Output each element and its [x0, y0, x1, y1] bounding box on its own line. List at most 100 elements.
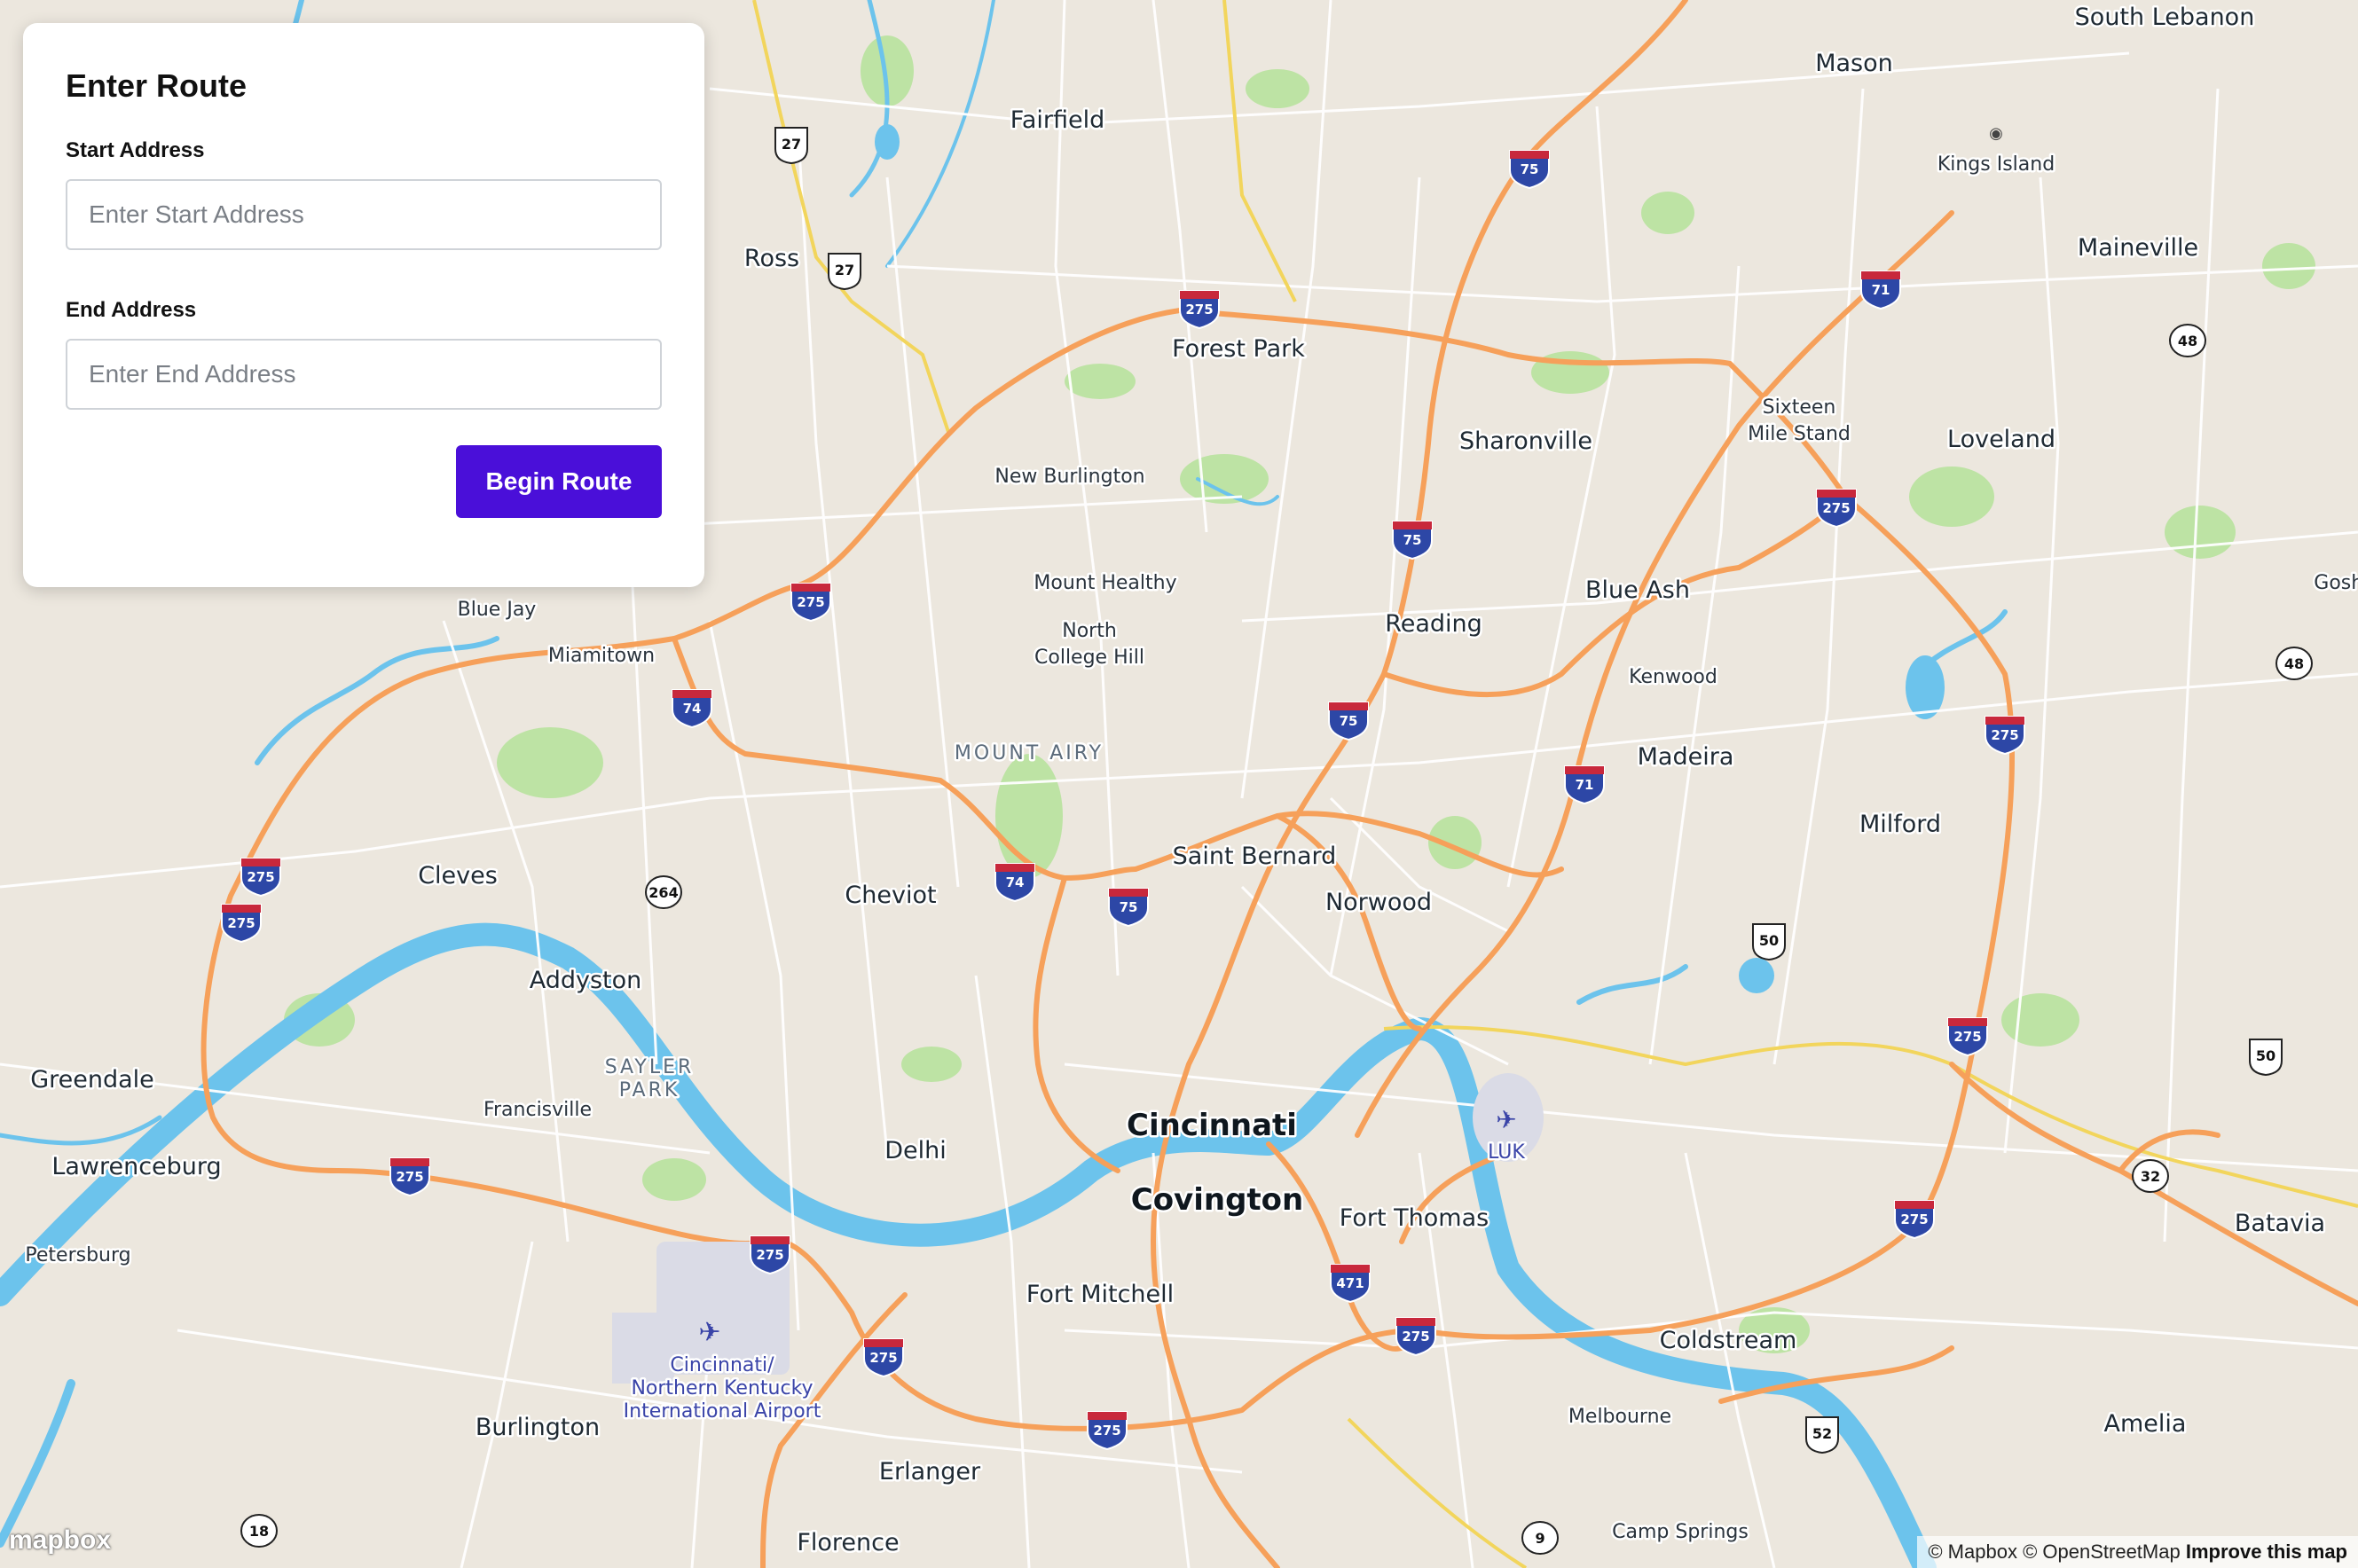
end-address-label: End Address — [66, 298, 197, 322]
svg-text:275: 275 — [1991, 727, 2018, 743]
label-fairfield: Fairfield — [1010, 106, 1104, 134]
svg-text:71: 71 — [1576, 777, 1594, 793]
i275-shield: 275 — [1947, 1017, 1988, 1056]
i275-shield: 275 — [221, 904, 262, 943]
label-mason: Mason — [1815, 50, 1893, 77]
end-address-input[interactable] — [66, 339, 662, 410]
label-college-hill: College Hill — [1034, 647, 1144, 669]
label-norwood: Norwood — [1325, 889, 1432, 916]
label-cleves: Cleves — [418, 862, 498, 890]
i75-shield: 75 — [1328, 702, 1369, 741]
svg-text:74: 74 — [683, 701, 702, 717]
label-mile-stand: Mile Stand — [1748, 423, 1851, 445]
label-camp-springs: Camp Springs — [1612, 1521, 1749, 1543]
svg-text:275: 275 — [247, 869, 274, 885]
label-florence: Florence — [797, 1529, 899, 1556]
label-blue-ash: Blue Ash — [1585, 576, 1690, 604]
mapbox-logo[interactable]: mapbox — [9, 1525, 111, 1556]
label-mount-healthy: Mount Healthy — [1034, 572, 1176, 594]
i275-shield: 275 — [790, 583, 831, 622]
label-fort-mitchell: Fort Mitchell — [1026, 1281, 1174, 1308]
start-address-label: Start Address — [66, 138, 205, 162]
i71-shield: 71 — [1564, 765, 1605, 804]
airport-icon: ✈ — [698, 1317, 720, 1348]
i275-shield: 275 — [240, 858, 281, 897]
label-goshen: Goshen — [2314, 572, 2358, 594]
label-kings-island: Kings Island — [1937, 153, 2055, 176]
begin-route-button[interactable]: Begin Route — [456, 445, 662, 518]
luk-airport-icon: ✈ — [1496, 1105, 1516, 1134]
svg-text:275: 275 — [756, 1247, 783, 1263]
label-sayler: SAYLER — [605, 1056, 695, 1078]
label-fort-thomas: Fort Thomas — [1340, 1204, 1489, 1232]
label-addyston: Addyston — [530, 967, 642, 994]
label-north: North — [1062, 620, 1117, 642]
label-coldstream: Coldstream — [1660, 1327, 1797, 1354]
svg-text:71: 71 — [1872, 282, 1890, 298]
panel-title: Enter Route — [66, 67, 248, 104]
svg-text:27: 27 — [835, 262, 854, 278]
us52-shield: 52 — [1805, 1416, 1839, 1454]
osm-attribution-link[interactable]: © OpenStreetMap — [2023, 1541, 2181, 1563]
label-sharonville: Sharonville — [1459, 427, 1592, 455]
svg-text:9: 9 — [1535, 1530, 1544, 1547]
label-luk: LUK — [1488, 1141, 1525, 1164]
label-park: PARK — [619, 1079, 680, 1102]
sr9-shield: 9 — [1521, 1521, 1559, 1555]
label-airport-line-1: Cincinnati/ — [670, 1354, 774, 1376]
label-cheviot: Cheviot — [845, 882, 936, 909]
i275-shield: 275 — [750, 1235, 790, 1274]
i75-shield: 75 — [1108, 888, 1149, 927]
label-saint-bernard: Saint Bernard — [1173, 843, 1337, 870]
svg-text:75: 75 — [1521, 161, 1539, 177]
i75-shield: 75 — [1509, 150, 1550, 189]
label-cincinnati: Cincinnati — [1127, 1108, 1297, 1143]
svg-text:275: 275 — [1822, 500, 1850, 516]
route-panel: Enter Route Start Address End Address Be… — [23, 23, 704, 587]
us27-shield: 27 — [774, 127, 808, 164]
mapbox-attribution-link[interactable]: © Mapbox — [1928, 1541, 2017, 1563]
i275-shield: 275 — [1087, 1411, 1128, 1450]
svg-text:75: 75 — [1403, 532, 1422, 548]
svg-text:275: 275 — [1402, 1329, 1429, 1345]
sr264-shield: 264 — [645, 875, 682, 909]
svg-text:32: 32 — [2141, 1168, 2160, 1185]
svg-text:275: 275 — [797, 594, 824, 610]
label-miamitown: Miamitown — [548, 645, 655, 667]
i275-shield: 275 — [863, 1338, 904, 1377]
i74-shield: 74 — [994, 863, 1035, 902]
label-francisville: Francisville — [483, 1099, 592, 1121]
label-batavia: Batavia — [2235, 1210, 2325, 1237]
svg-text:275: 275 — [1900, 1211, 1928, 1227]
svg-text:275: 275 — [1185, 302, 1213, 318]
svg-text:275: 275 — [1953, 1029, 1981, 1045]
label-maineville: Maineville — [2078, 234, 2198, 262]
i275-shield: 275 — [1395, 1317, 1436, 1356]
start-address-input[interactable] — [66, 179, 662, 250]
svg-text:18: 18 — [249, 1523, 269, 1540]
label-erlanger: Erlanger — [879, 1458, 981, 1486]
i275-shield: 275 — [1816, 489, 1857, 528]
label-amelia: Amelia — [2104, 1410, 2187, 1438]
svg-text:275: 275 — [869, 1350, 897, 1366]
label-milford: Milford — [1859, 811, 1941, 838]
label-sixteen: Sixteen — [1763, 396, 1836, 419]
kings-island-icon: ◉ — [1989, 124, 2003, 143]
label-south-lebanon: South Lebanon — [2075, 4, 2255, 31]
i74-shield: 74 — [672, 689, 712, 728]
label-greendale: Greendale — [30, 1066, 154, 1094]
us50-shield: 50 — [2249, 1039, 2283, 1076]
improve-map-link[interactable]: Improve this map — [2186, 1541, 2347, 1563]
i275-shield: 275 — [1179, 290, 1220, 329]
label-delhi: Delhi — [884, 1137, 947, 1164]
label-ross: Ross — [744, 245, 799, 272]
label-kenwood: Kenwood — [1629, 666, 1717, 688]
button-row: Begin Route — [66, 445, 662, 518]
label-blue-jay: Blue Jay — [458, 599, 537, 621]
svg-text:264: 264 — [648, 884, 678, 901]
sr48-shield: 48 — [2275, 647, 2313, 680]
i471-shield: 471 — [1330, 1264, 1371, 1303]
svg-text:27: 27 — [782, 136, 801, 153]
sr32-shield: 32 — [2132, 1159, 2169, 1193]
i275-shield: 275 — [1985, 716, 2025, 755]
